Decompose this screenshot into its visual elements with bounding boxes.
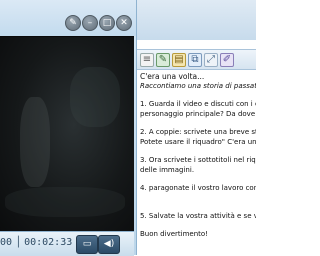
notes-panel: ≡ ✎ ▤ ⧉ ⤢ ✐ C'era una volta... Raccontia…: [137, 0, 256, 255]
step3-line1: 3. Ora scrivete i sottotitoli nel riquad…: [140, 156, 256, 164]
step2-line1: 2. A coppie: scrivete una breve storia (…: [140, 128, 256, 136]
edit-icon[interactable]: ✎: [156, 53, 170, 67]
video-player-window: ✎ – □ ✕ 00 ▏00:02:33 ▭ ◀): [0, 0, 138, 256]
playback-time: 00 ▏00:02:33: [0, 237, 73, 248]
tools-icon[interactable]: ✎: [65, 15, 81, 31]
video-frame-background: [70, 67, 120, 127]
step3-line2: delle immagini.: [140, 165, 195, 174]
video-frame-figure: [20, 97, 50, 187]
notes-text-area[interactable]: C'era una volta... Raccontiamo una stori…: [140, 71, 256, 255]
copy-icon[interactable]: ⧉: [188, 53, 202, 67]
player-controls: 00 ▏00:02:33 ▭ ◀): [0, 231, 134, 256]
step1-line1: 1. Guarda il video e discuti con i compa: [140, 100, 256, 108]
video-frame-ground: [5, 187, 125, 217]
volume-icon[interactable]: ◀): [98, 235, 120, 254]
expand-icon[interactable]: ⤢: [204, 53, 218, 67]
maximize-button[interactable]: □: [99, 15, 115, 31]
doc-icon[interactable]: ≡: [140, 53, 154, 67]
close-button[interactable]: ✕: [116, 15, 132, 31]
notes-title: C'era una volta...: [140, 72, 205, 81]
video-screen[interactable]: [0, 36, 134, 232]
step1-line2: personaggio principale? Da dove viene: [140, 109, 256, 118]
notes-subtitle: Raccontiamo una storia di passato.: [140, 81, 256, 90]
notes-toolbar: ≡ ✎ ▤ ⧉ ⤢ ✐: [137, 49, 256, 70]
folder-icon[interactable]: ▤: [172, 53, 186, 67]
player-titlebar: ✎ – □ ✕: [0, 0, 136, 36]
minimize-button[interactable]: –: [82, 15, 98, 31]
step2-line2: Potete usare il riquadro" C'era una volt: [140, 137, 256, 146]
closing-line: Buon divertimento!: [140, 230, 208, 238]
screen-mode-icon[interactable]: ▭: [76, 235, 98, 254]
step5-line: 5. Salvate la vostra attività e se volet…: [140, 211, 256, 220]
notes-header: [137, 0, 256, 40]
step4-line: 4. paragonate il vostro lavoro con quell: [140, 184, 256, 192]
pen-icon[interactable]: ✐: [220, 53, 234, 67]
